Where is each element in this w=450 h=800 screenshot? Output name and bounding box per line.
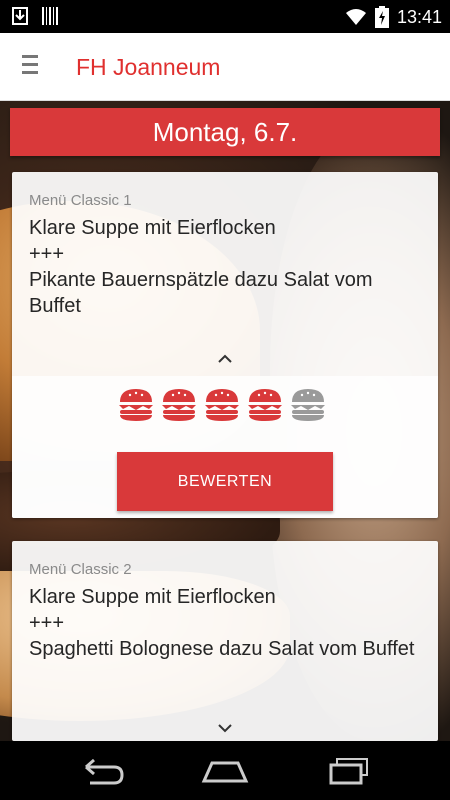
barcode-icon (42, 7, 58, 25)
hamburger-menu-icon[interactable] (22, 55, 40, 79)
menu-label: Menü Classic 1 (29, 192, 132, 209)
rate-button[interactable]: BEWERTEN (117, 452, 333, 511)
dish-line: Pikante Bauernspätzle dazu Salat vom Buf… (29, 269, 373, 317)
dish-line: Spaghetti Bolognese dazu Salat vom Buffe… (29, 638, 415, 660)
dish-separator: +++ (29, 243, 65, 265)
navigation-bar (0, 741, 450, 800)
app-title: FH Joanneum (76, 54, 221, 80)
wifi-icon (345, 9, 366, 25)
status-bar: 13:41 (0, 0, 450, 33)
chevron-up-icon[interactable] (214, 348, 236, 370)
app-bar: FH Joanneum (0, 33, 450, 101)
chevron-down-icon[interactable] (214, 717, 236, 739)
burger-rating-icon[interactable] (117, 385, 155, 423)
burger-rating-icon[interactable] (160, 385, 198, 423)
clock: 13:41 (396, 6, 442, 27)
home-icon[interactable] (200, 755, 250, 787)
burger-rating[interactable] (117, 385, 327, 423)
dish-description: Klare Suppe mit Eierflocken +++ Spaghett… (29, 584, 429, 662)
burger-rating-icon[interactable] (203, 385, 241, 423)
dish-line: Klare Suppe mit Eierflocken (29, 217, 276, 239)
battery-charging-icon (374, 6, 389, 28)
burger-rating-icon[interactable] (246, 385, 284, 423)
dish-line: Klare Suppe mit Eierflocken (29, 586, 276, 608)
back-icon[interactable] (76, 755, 126, 787)
menu-card[interactable]: Menü Classic 1 Klare Suppe mit Eierflock… (12, 172, 438, 518)
day-header: Montag, 6.7. (10, 108, 440, 156)
dish-separator: +++ (29, 612, 65, 634)
burger-rating-icon-inactive[interactable] (289, 385, 327, 423)
dish-description: Klare Suppe mit Eierflocken +++ Pikante … (29, 215, 429, 319)
recent-apps-icon[interactable] (325, 755, 375, 787)
menu-label: Menü Classic 2 (29, 561, 132, 578)
menu-card[interactable]: Menü Classic 2 Klare Suppe mit Eierflock… (12, 541, 438, 741)
download-icon (12, 7, 28, 25)
